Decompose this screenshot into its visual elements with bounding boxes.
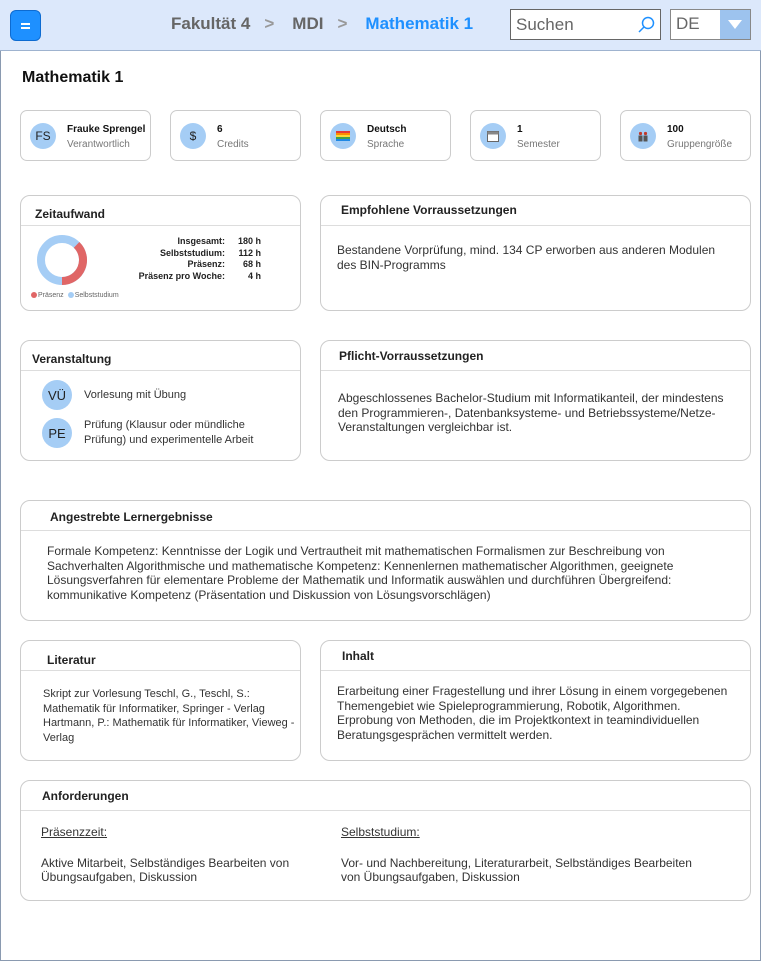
card-verantwortlich: FS Frauke Sprengel Verantwortlich	[20, 110, 151, 161]
breadcrumb-faculty[interactable]: Fakultät 4	[171, 14, 250, 34]
stat-value: 180 h	[237, 236, 261, 246]
calendar-icon	[480, 123, 506, 149]
card-sprache: Deutsch Sprache	[320, 110, 451, 161]
donut-praesenz	[61, 242, 87, 285]
panel-text: Formale Kompetenz: Kenntnisse der Logik …	[47, 544, 674, 602]
veranstaltung-item: PE Prüfung (Klausur oder mündliche Prüfu…	[42, 418, 269, 448]
item-text: Vorlesung mit Übung	[84, 388, 187, 401]
breadcrumb: Fakultät 4 > MDI > Mathematik 1	[171, 14, 473, 34]
card-label: Sprache	[367, 139, 405, 150]
panel-text: Skript zur Vorlesung Teschl, G., Teschl,…	[43, 688, 295, 744]
card-label: Gruppengröße	[667, 139, 733, 150]
panel-title: Empfohlene Vorraussetzungen	[321, 196, 750, 226]
card-gruppengroesse: 100 Gruppengröße	[620, 110, 751, 161]
panel-text: Bestandene Vorprüfung, mind. 134 CP erwo…	[337, 243, 716, 272]
requirement-heading: Selbststudium:	[341, 825, 420, 839]
panel-inhalt: Inhalt Erarbeitung einer Fragestellung u…	[320, 640, 751, 761]
panel-anforderungen: Anforderungen Präsenzzeit: Aktive Mitarb…	[20, 780, 751, 901]
requirement-text: Aktive Mitarbeit, Selbständiges Bearbeit…	[41, 855, 290, 885]
stat-row: Insgesamt: 180 h	[117, 236, 261, 248]
card-value: Frauke Sprengel	[67, 124, 146, 135]
requirement-heading: Präsenzzeit:	[41, 825, 108, 839]
search-input[interactable]: Suchen	[510, 9, 661, 40]
stat-key: Präsenz:	[187, 259, 225, 269]
stat-value: 4 h	[247, 270, 261, 281]
panel-literatur: Literatur Skript zur Vorlesung Teschl, G…	[20, 640, 301, 761]
panel-empfohlene: Empfohlene Vorraussetzungen Bestandene V…	[320, 195, 751, 311]
dollar-icon: $	[180, 123, 206, 149]
card-value: 6	[217, 124, 223, 135]
panel-lernergebnisse: Angestrebte Lernergebnisse Formale Kompe…	[20, 500, 751, 621]
panel-title: Veranstaltung	[21, 341, 300, 371]
card-value: 1	[517, 124, 523, 135]
time-donut-chart	[37, 235, 87, 285]
requirement-praesenz: Präsenzzeit: Aktive Mitarbeit, Selbständ…	[41, 825, 301, 885]
initials-avatar: FS	[30, 123, 56, 149]
type-badge: PE	[42, 418, 72, 448]
type-badge: VÜ	[42, 380, 72, 410]
card-semester: 1 Semester	[470, 110, 601, 161]
search-icon[interactable]	[636, 15, 656, 35]
card-label: Semester	[517, 139, 560, 150]
flag-icon	[330, 123, 356, 149]
language-value: DE	[676, 14, 700, 33]
card-value: Deutsch	[367, 124, 407, 135]
stat-value: 68 h	[242, 259, 261, 269]
requirement-selbststudium: Selbststudium: Vor- und Nachbereitung, L…	[341, 825, 701, 885]
panel-title: Inhalt	[321, 641, 750, 671]
breadcrumb-separator: >	[337, 14, 348, 33]
requirement-text: Vor- und Nachbereitung, Literaturarbeit,…	[341, 855, 692, 885]
stat-value: 112 h	[238, 247, 261, 258]
stat-row: Selbststudium: 112 h	[117, 248, 261, 260]
panel-title: Anforderungen	[21, 781, 750, 811]
chart-legend: Präsenz Selbststudium	[31, 292, 119, 299]
top-bar: Fakultät 4 > MDI > Mathematik 1 Suchen D…	[0, 0, 761, 51]
menu-button[interactable]	[10, 10, 41, 41]
panel-title: Zeitaufwand	[21, 196, 300, 226]
search-placeholder: Suchen	[516, 14, 574, 34]
panel-zeitaufwand: Zeitaufwand Insgesamt: 180 h Selbststudiu…	[20, 195, 301, 311]
breadcrumb-program[interactable]: MDI	[292, 14, 323, 34]
stat-key: Präsenz pro Woche:	[138, 270, 225, 281]
card-credits: $ 6 Credits	[170, 110, 301, 161]
panel-text: Erarbeitung einer Fragestellung und ihre…	[337, 684, 728, 742]
item-text: Prüfung (Klausur oder mündliche Prüfung)…	[84, 419, 254, 446]
panel-title: Literatur	[21, 641, 300, 671]
panel-title: Pflicht-Vorraussetzungen	[321, 341, 750, 371]
stat-row: Präsenz pro Woche: 4 h	[117, 271, 261, 283]
stat-key: Selbststudium:	[159, 247, 225, 258]
panel-text: Abgeschlossenes Bachelor-Studium mit Inf…	[338, 391, 724, 434]
group-icon	[630, 123, 656, 149]
stat-row: Präsenz: 68 h	[117, 259, 261, 271]
stat-key: Insgesamt:	[177, 236, 225, 246]
breadcrumb-current: Mathematik 1	[365, 14, 474, 33]
time-stats: Insgesamt: 180 h Selbststudium: 112 h Präs…	[117, 236, 261, 282]
chevron-down-icon[interactable]	[720, 10, 750, 39]
panel-title: Angestrebte Lernergebnisse	[21, 501, 750, 531]
hamburger-icon	[21, 22, 30, 29]
page-title: Mathematik 1	[22, 69, 124, 86]
card-label: Credits	[217, 139, 249, 150]
panel-veranstaltung: Veranstaltung VÜ Vorlesung mit Übung PE …	[20, 340, 301, 461]
legend-selbststudium: Selbststudium	[67, 292, 119, 299]
card-value: 100	[667, 124, 684, 135]
legend-praesenz: Präsenz	[31, 292, 64, 299]
card-label: Verantwortlich	[67, 139, 130, 150]
veranstaltung-item: VÜ Vorlesung mit Übung	[42, 380, 264, 410]
breadcrumb-separator: >	[264, 14, 275, 33]
language-select[interactable]: DE	[670, 9, 751, 40]
panel-pflicht: Pflicht-Vorraussetzungen Abgeschlossenes…	[320, 340, 751, 461]
